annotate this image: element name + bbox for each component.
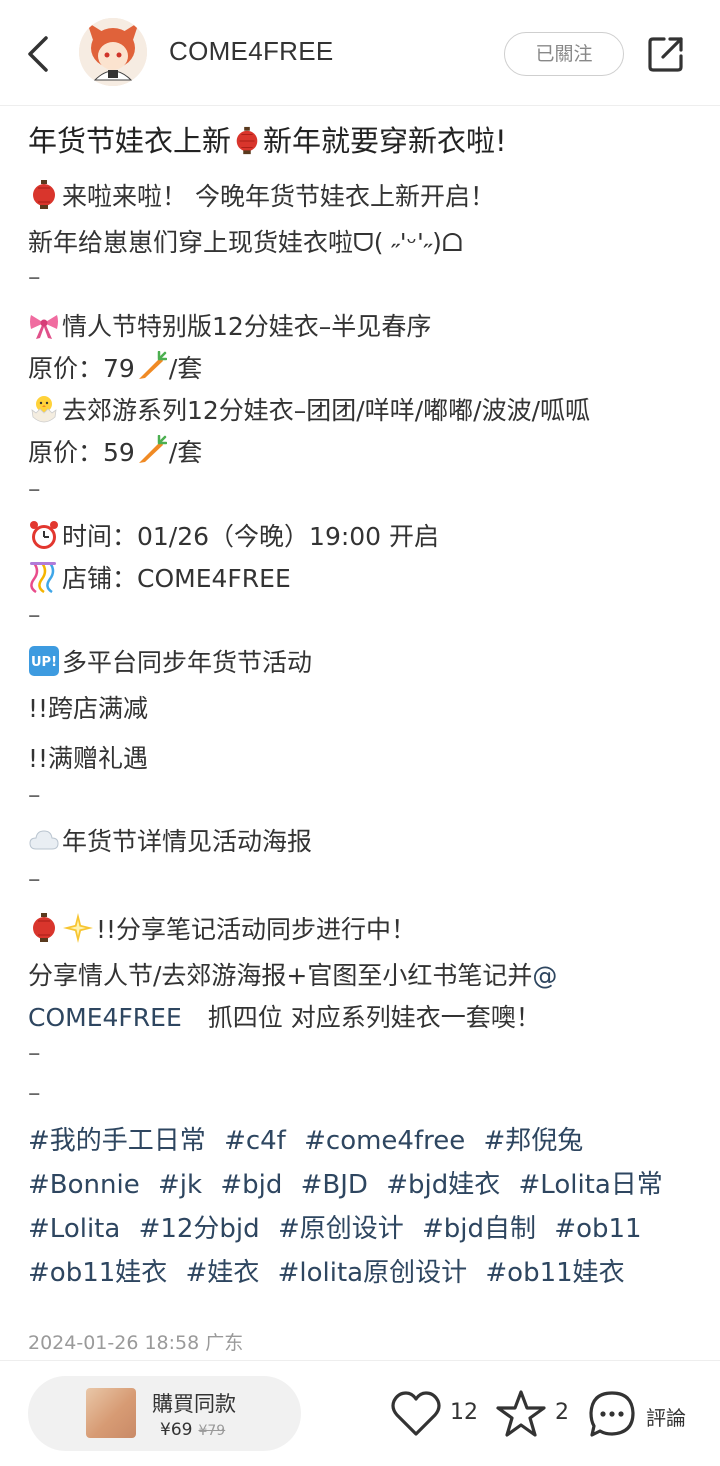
price-text: 原价：59 — [28, 438, 135, 467]
hashtag[interactable]: #Lolita日常 — [519, 1170, 663, 1200]
hashtag[interactable]: #我的手工日常 — [28, 1126, 206, 1156]
content-line-18: !!分享笔记活动同步进行中！ — [28, 910, 416, 946]
buy-label: 購買同款 — [152, 1392, 236, 1416]
hashtag[interactable]: #bjd自制 — [422, 1214, 536, 1244]
content-line-13: !!跨店满减 — [28, 694, 149, 723]
title-text-2: 新年就要穿新衣啦! — [263, 124, 507, 158]
cloud-icon — [29, 830, 59, 850]
original-price: ¥79 — [198, 1423, 226, 1439]
content-line-6: 去郊游系列12分娃衣–团团/咩咩/嘟嘟/波波/呱呱 — [28, 391, 590, 427]
separator: – — [28, 780, 41, 809]
divider — [0, 1360, 720, 1361]
collect-count: 2 — [555, 1400, 569, 1425]
author-avatar[interactable] — [79, 18, 147, 86]
content-line-14: !!满赠礼遇 — [28, 744, 149, 773]
content-line-12: UP! 多平台同步年货节活动 — [28, 643, 312, 679]
separator: – — [28, 262, 41, 291]
hashtag[interactable]: #Lolita — [28, 1214, 120, 1244]
hashtag[interactable]: #bjd娃衣 — [386, 1170, 500, 1200]
current-price: ¥69 — [160, 1420, 193, 1440]
hatching-chick-icon — [31, 396, 57, 423]
ribbon-icon — [30, 315, 58, 339]
hashtag[interactable]: #c4f — [224, 1126, 286, 1156]
content-line-20: COME4FREE 抓四位 对应系列娃衣一套噢！ — [28, 998, 541, 1034]
svg-text:UP!: UP! — [31, 655, 57, 670]
separator: – — [28, 864, 41, 893]
content-line-5: 原价：79/套 — [28, 349, 202, 385]
hashtag[interactable]: #jk — [158, 1170, 202, 1200]
up-button-icon: UP! — [29, 646, 59, 676]
line-text: 新年给崽崽们穿上现货娃衣啦ᗜ( ˶'ᵕ'˶)ᗝ — [28, 228, 463, 257]
content-line-9: 时间：01/26（今晚）19:00 开启 — [28, 517, 439, 553]
carrot-icon — [138, 351, 167, 379]
hashtag[interactable]: #Bonnie — [28, 1170, 140, 1200]
buy-same-button[interactable]: 購買同款 ¥69 ¥79 — [28, 1376, 301, 1451]
sparkle-icon — [63, 913, 93, 943]
unit-text: /套 — [168, 354, 203, 383]
hashtag[interactable]: #ob11娃衣 — [28, 1258, 167, 1288]
lantern-icon — [33, 913, 55, 942]
line-text: 抓四位 对应系列娃衣一套噢！ — [207, 1003, 541, 1032]
line-text: 时间：01/26（今晚）19:00 开启 — [62, 522, 440, 551]
star-icon[interactable] — [495, 1389, 547, 1439]
top-bar: COME4FREE 已關注 — [0, 0, 720, 106]
comment-bubble-icon[interactable] — [588, 1390, 636, 1438]
hashtag[interactable]: #娃衣 — [186, 1258, 260, 1288]
content-line-7: 原价：59/套 — [28, 433, 202, 469]
hashtag[interactable]: #BJD — [301, 1170, 368, 1200]
comment-label[interactable]: 評論 — [646, 1402, 686, 1431]
content-line-10: 店铺：COME4FREE — [28, 559, 291, 595]
heart-icon[interactable] — [391, 1391, 441, 1437]
hashtag[interactable]: #原创设计 — [278, 1214, 404, 1244]
mention-link[interactable]: COME4FREE — [28, 1003, 182, 1032]
streamers-icon — [30, 562, 56, 593]
hashtag[interactable]: #lolita原创设计 — [278, 1258, 468, 1288]
back-chevron-icon[interactable] — [22, 34, 58, 74]
carrot-icon — [138, 435, 167, 463]
line-text: 情人节特别版12分娃衣–半见春序 — [62, 312, 432, 341]
mention-at[interactable]: @ — [532, 961, 557, 990]
line-text: 分享情人节/去郊游海报+官图至小红书笔记并 — [28, 961, 533, 990]
hashtag[interactable]: #12分bjd — [139, 1214, 260, 1244]
separator: – — [28, 600, 41, 629]
line-text: 多平台同步年货节活动 — [62, 648, 313, 677]
separator: – — [28, 1038, 41, 1067]
content-line-1: 来啦来啦！ 今晚年货节娃衣上新开启！ — [28, 177, 495, 213]
like-count: 12 — [450, 1400, 478, 1425]
content-line-16: 年货节详情见活动海报 — [28, 822, 312, 858]
line-text: 去郊游系列12分娃衣–团团/咩咩/嘟嘟/波波/呱呱 — [62, 396, 591, 425]
hashtag[interactable]: #bjd — [220, 1170, 282, 1200]
hashtag-list: #我的手工日常 #c4f #come4free #邦倪兔 #Bonnie #jk… — [28, 1119, 698, 1295]
hashtag[interactable]: #邦倪兔 — [484, 1126, 584, 1156]
share-icon[interactable] — [646, 34, 686, 74]
line-text: 店铺：COME4FREE — [62, 564, 291, 593]
follow-button[interactable]: 已關注 — [504, 32, 624, 76]
price-text: 原价：79 — [28, 354, 135, 383]
line-text: 来啦来啦！ 今晚年货节娃衣上新开启！ — [62, 182, 495, 211]
hashtag[interactable]: #come4free — [304, 1126, 465, 1156]
post-date: 2024-01-26 18:58 广东 — [28, 1332, 244, 1354]
hashtag[interactable]: #ob11 — [554, 1214, 641, 1244]
alarm-clock-icon — [30, 521, 58, 549]
post-title: 年货节娃衣上新 新年就要穿新衣啦! — [28, 118, 507, 160]
line-text: 年货节详情见活动海报 — [62, 827, 313, 856]
title-text-1: 年货节娃衣上新 — [28, 124, 232, 158]
hashtag[interactable]: #ob11娃衣 — [485, 1258, 624, 1288]
content-line-4: 情人节特别版12分娃衣–半见春序 — [28, 307, 431, 343]
unit-text: /套 — [168, 438, 203, 467]
author-name[interactable]: COME4FREE — [169, 36, 334, 67]
price: ¥69 ¥79 — [160, 1420, 225, 1440]
lantern-icon — [236, 126, 258, 155]
separator: – — [28, 1078, 41, 1107]
line-text: !!分享笔记活动同步进行中！ — [96, 915, 417, 944]
product-thumbnail — [86, 1388, 136, 1438]
separator: – — [28, 474, 41, 503]
content-line-2: 新年给崽崽们穿上现货娃衣啦ᗜ( ˶'ᵕ'˶)ᗝ — [28, 223, 463, 259]
content-line-19: 分享情人节/去郊游海报+官图至小红书笔记并@ — [28, 956, 557, 992]
lantern-icon — [33, 180, 55, 209]
